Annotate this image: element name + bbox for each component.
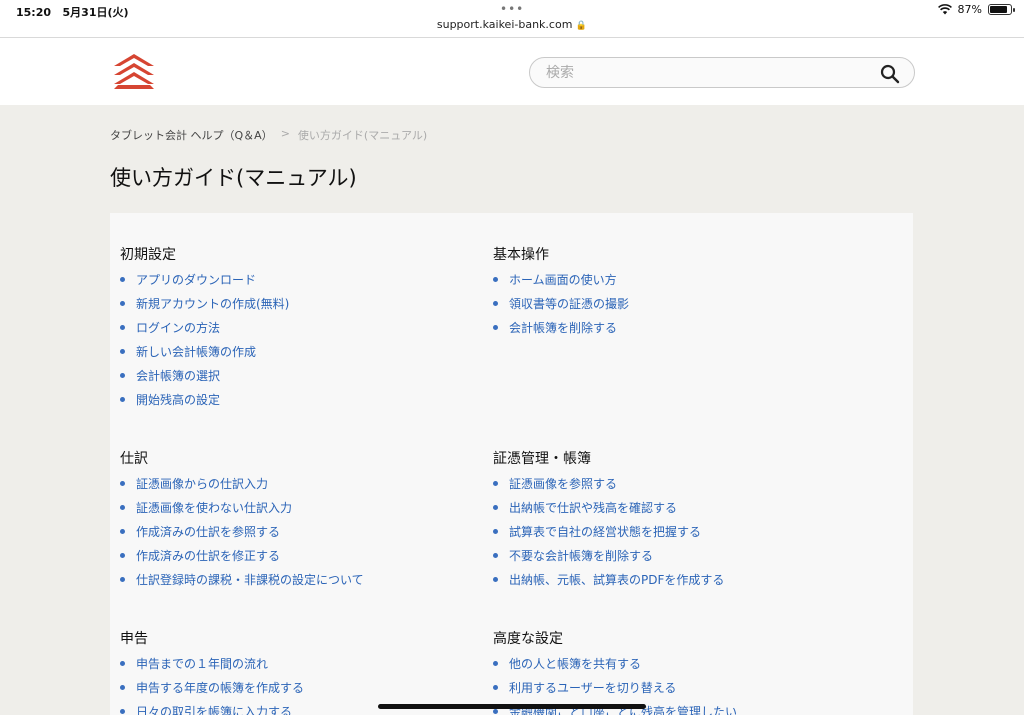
guide-link[interactable]: 証憑画像を使わない仕訳入力 [136, 501, 292, 515]
guide-list-item: 作成済みの仕訳を参照する [120, 525, 364, 549]
guide-list-item: 会計帳簿を削除する [493, 321, 629, 345]
guide-link[interactable]: ホーム画面の使い方 [509, 273, 617, 287]
guide-link[interactable]: 仕訳登録時の課税・非課税の設定について [136, 573, 364, 587]
brand-logo-icon[interactable] [110, 52, 158, 90]
guide-list-item: 不要な会計帳簿を削除する [493, 549, 724, 573]
home-indicator[interactable] [378, 704, 646, 709]
section-advanced: 高度な設定 他の人と帳簿を共有する 利用するユーザーを切り替える 金融機関ごと口座ご… [493, 631, 737, 715]
guide-list-item: 新規アカウントの作成(無料) [120, 297, 289, 321]
guide-link[interactable]: 申告までの１年間の流れ [136, 657, 268, 671]
guide-list-item: 試算表で自社の経営状態を把握する [493, 525, 724, 549]
guide-list-item: 出納帳、元帳、試算表のPDFを作成する [493, 573, 724, 597]
guide-list-item: 領収書等の証憑の撮影 [493, 297, 629, 321]
guide-link[interactable]: 会計帳簿を削除する [509, 321, 617, 335]
search-box[interactable] [529, 57, 915, 88]
wifi-icon [937, 4, 952, 15]
battery-level-fill [990, 6, 1008, 13]
guide-list-item: 証憑画像を使わない仕訳入力 [120, 501, 364, 525]
link-list: 申告までの１年間の流れ申告する年度の帳簿を作成する日々の取引を帳簿に入力する [120, 657, 304, 715]
section-tax-filing: 申告 申告までの１年間の流れ申告する年度の帳簿を作成する日々の取引を帳簿に入力す… [120, 631, 304, 715]
breadcrumb-current: 使い方ガイド(マニュアル) [297, 129, 428, 142]
page-title: 使い方ガイド(マニュアル) [110, 166, 357, 190]
guide-list-item: 利用するユーザーを切り替える [493, 681, 737, 705]
guide-link[interactable]: 出納帳で仕訳や残高を確認する [509, 501, 677, 515]
guide-list-item: ホーム画面の使い方 [493, 273, 629, 297]
section-title: 高度な設定 [493, 631, 563, 647]
link-list: 証憑画像からの仕訳入力証憑画像を使わない仕訳入力 作成済みの仕訳を参照する 作成済み… [120, 477, 364, 597]
breadcrumb-separator: > [280, 127, 290, 140]
section-title: 申告 [120, 631, 148, 647]
guide-list-item: 日々の取引を帳簿に入力する [120, 705, 304, 715]
guide-list-item: 他の人と帳簿を共有する [493, 657, 737, 681]
battery-icon [988, 4, 1015, 15]
breadcrumb: タブレット会計 ヘルプ（Q＆A） > 使い方ガイド(マニュアル) [110, 127, 427, 143]
guide-link[interactable]: アプリのダウンロード [136, 273, 256, 287]
guide-link[interactable]: 作成済みの仕訳を参照する [136, 525, 280, 539]
guide-list-item: ログインの方法 [120, 321, 289, 345]
link-list: アプリのダウンロード新規アカウントの作成(無料) ログインの方法新しい会計帳簿の作… [120, 273, 289, 417]
section-initial-setup: 初期設定 アプリのダウンロード新規アカウントの作成(無料) ログインの方法新しい会… [120, 247, 289, 417]
search-input[interactable] [546, 63, 866, 83]
guide-list-item: 出納帳で仕訳や残高を確認する [493, 501, 724, 525]
guide-link[interactable]: 試算表で自社の経営状態を把握する [509, 525, 701, 539]
battery-percent: 87% [957, 3, 982, 16]
status-bar: 15:20 5月31日(火) ••• support.kaikei-bank.c… [0, 0, 1024, 38]
guide-link[interactable]: 証憑画像からの仕訳入力 [136, 477, 268, 491]
guide-link[interactable]: 会計帳簿の選択 [136, 369, 220, 383]
guide-list-item: アプリのダウンロード [120, 273, 289, 297]
guide-link[interactable]: 不要な会計帳簿を削除する [509, 549, 653, 563]
section-title: 基本操作 [493, 247, 549, 263]
lock-icon: 🔒 [575, 21, 588, 31]
guide-link[interactable]: 新しい会計帳簿の作成 [136, 345, 256, 359]
link-list: 証憑画像を参照する出納帳で仕訳や残高を確認する試算表で自社の経営状態を把握する不… [493, 477, 724, 597]
section-title: 証憑管理・帳簿 [493, 451, 591, 467]
address-bar[interactable]: support.kaikei-bank.com 🔒 [0, 18, 1024, 31]
guide-link[interactable]: 作成済みの仕訳を修正する [136, 549, 280, 563]
guide-list-item: 申告までの１年間の流れ [120, 657, 304, 681]
guide-link[interactable]: 新規アカウントの作成(無料) [136, 297, 289, 311]
link-list: ホーム画面の使い方 領収書等の証憑の撮影 会計帳簿を削除する [493, 273, 629, 345]
section-title: 初期設定 [120, 247, 176, 263]
site-header [0, 38, 1024, 105]
guide-card: 初期設定 アプリのダウンロード新規アカウントの作成(無料) ログインの方法新しい会… [110, 213, 913, 715]
guide-list-item: 新しい会計帳簿の作成 [120, 345, 289, 369]
guide-list-item: 仕訳登録時の課税・非課税の設定について [120, 573, 364, 597]
guide-link[interactable]: 証憑画像を参照する [509, 477, 617, 491]
guide-link[interactable]: 開始残高の設定 [136, 393, 220, 407]
guide-link[interactable]: 申告する年度の帳簿を作成する [136, 681, 304, 695]
guide-list-item: 申告する年度の帳簿を作成する [120, 681, 304, 705]
search-icon[interactable] [880, 64, 900, 84]
url-text: support.kaikei-bank.com [436, 18, 573, 31]
guide-link[interactable]: 他の人と帳簿を共有する [509, 657, 641, 671]
guide-list-item: 開始残高の設定 [120, 393, 289, 417]
guide-link[interactable]: ログインの方法 [136, 321, 220, 335]
section-title: 仕訳 [120, 451, 148, 467]
section-basic-ops: 基本操作 ホーム画面の使い方 領収書等の証憑の撮影 会計帳簿を削除する [493, 247, 629, 345]
multitask-dots-icon[interactable]: ••• [500, 2, 524, 16]
guide-link[interactable]: 領収書等の証憑の撮影 [509, 297, 629, 311]
breadcrumb-home-link[interactable]: タブレット会計 ヘルプ（Q＆A） [110, 127, 273, 143]
guide-link[interactable]: 出納帳、元帳、試算表のPDFを作成する [509, 573, 724, 587]
guide-list-item: 作成済みの仕訳を修正する [120, 549, 364, 573]
guide-link[interactable]: 日々の取引を帳簿に入力する [136, 705, 292, 715]
guide-list-item: 証憑画像からの仕訳入力 [120, 477, 364, 501]
guide-list-item: 証憑画像を参照する [493, 477, 724, 501]
guide-link[interactable]: 利用するユーザーを切り替える [509, 681, 676, 695]
guide-list-item: 会計帳簿の選択 [120, 369, 289, 393]
section-journal: 仕訳 証憑画像からの仕訳入力証憑画像を使わない仕訳入力 作成済みの仕訳を参照する作… [120, 451, 364, 597]
section-voucher-mgmt: 証憑管理・帳簿 証憑画像を参照する出納帳で仕訳や残高を確認する試算表で自社の経営… [493, 451, 724, 597]
